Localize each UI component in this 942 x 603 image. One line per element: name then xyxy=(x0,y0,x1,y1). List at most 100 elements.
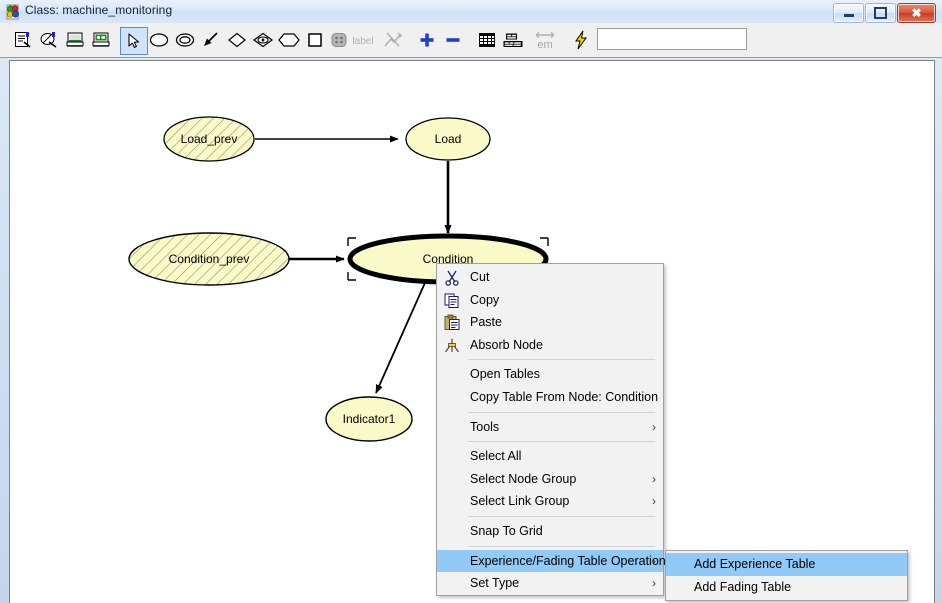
submenu-item-label: Add Fading Table xyxy=(694,579,792,594)
diamond-node-icon xyxy=(226,31,248,49)
toolbar-em-button[interactable]: em xyxy=(532,27,558,53)
toolbar-zoom-in-button[interactable] xyxy=(414,27,440,53)
maximize-icon xyxy=(866,4,895,22)
eye-diamond-icon xyxy=(251,31,275,49)
toolbar-hexagon-node-button[interactable] xyxy=(276,27,302,53)
toolbar-text-input[interactable] xyxy=(597,28,747,50)
paste-icon xyxy=(443,314,461,331)
toolbar-select-button[interactable] xyxy=(120,27,148,55)
minimize-icon xyxy=(834,4,863,22)
menu-item-select-node-group[interactable]: Select Node Group › xyxy=(437,468,663,491)
menu-item-snap-to-grid[interactable]: Snap To Grid xyxy=(437,520,663,543)
node-indicator1[interactable]: Indicator1 xyxy=(325,396,413,442)
window-title: Class: machine_monitoring xyxy=(25,3,173,17)
menu-item-open-tables[interactable]: Open Tables xyxy=(437,363,663,386)
monitor-icon xyxy=(65,30,85,50)
toolbar-compile-button[interactable] xyxy=(36,27,62,53)
toolbar-link-button[interactable] xyxy=(198,27,224,53)
submenu-item-add-experience-table[interactable]: Add Experience Table xyxy=(666,553,907,576)
node-condition_prev[interactable]: Condition_prev xyxy=(128,232,290,286)
application-window: Class: machine_monitoring ✖ label em Loa… xyxy=(0,0,942,603)
menu-separator xyxy=(468,411,655,413)
menu-item-label: Tools xyxy=(470,419,500,434)
chevron-right-icon: › xyxy=(652,419,656,434)
double-ellipse-icon xyxy=(174,31,196,49)
menu-item-experience-fading-table-operations[interactable]: Experience/Fading Table Operations › xyxy=(437,549,672,573)
chevron-right-icon: › xyxy=(652,471,656,486)
maximize-button[interactable] xyxy=(865,3,896,23)
menu-item-copy[interactable]: Copy xyxy=(437,289,663,312)
close-button[interactable]: ✖ xyxy=(897,3,936,23)
menu-item-cut[interactable]: Cut xyxy=(437,266,663,289)
menu-separator xyxy=(468,545,655,547)
copy-icon xyxy=(443,292,461,309)
app-nodes-icon xyxy=(5,4,21,20)
node-label: Load xyxy=(435,132,462,146)
grid-table-icon xyxy=(477,31,497,49)
title-bar: Class: machine_monitoring ✖ xyxy=(0,0,942,24)
toolbar-square-node-button[interactable] xyxy=(302,27,328,53)
minus-icon xyxy=(444,31,462,49)
compile-icon xyxy=(39,30,59,50)
menu-item-select-link-group[interactable]: Select Link Group › xyxy=(437,490,663,513)
table-blocks-icon xyxy=(502,31,524,49)
node-load_prev[interactable]: Load_prev xyxy=(163,116,255,162)
toolbar-group-button[interactable] xyxy=(326,27,352,53)
menu-item-label: Snap To Grid xyxy=(470,523,543,538)
svg-text:label: label xyxy=(352,36,373,47)
toolbar-diamond-node-button[interactable] xyxy=(224,27,250,53)
toolbar-compile-network-button[interactable] xyxy=(568,27,594,53)
toolbar-eye-diamond-button[interactable] xyxy=(250,27,276,53)
submenu-experience-fading[interactable]: Add Experience Table Add Fading Table xyxy=(665,550,908,602)
equation-icon xyxy=(382,30,404,50)
menu-item-label: Select Node Group xyxy=(470,471,577,486)
toolbar-show-table-button[interactable] xyxy=(474,27,500,53)
menu-separator xyxy=(468,359,655,361)
toolbar-properties-button[interactable] xyxy=(10,27,36,53)
toolbar-equation-button[interactable] xyxy=(380,27,406,53)
absorb-icon xyxy=(443,337,461,354)
toolbar-table-layout-button[interactable] xyxy=(500,27,526,53)
link-arrow-icon xyxy=(201,31,221,49)
menu-separator xyxy=(468,441,655,443)
toolbar-zoom-out-button[interactable] xyxy=(440,27,466,53)
menu-item-tools[interactable]: Tools › xyxy=(437,416,663,439)
chevron-right-icon: › xyxy=(652,494,656,509)
context-menu[interactable]: Cut Copy Paste Absorb Node Open Tables C… xyxy=(436,263,672,596)
menu-item-label: Experience/Fading Table Operations xyxy=(470,553,672,568)
node-load[interactable]: Load xyxy=(405,117,491,161)
menu-item-copy-table-from-node[interactable]: Copy Table From Node: Condition xyxy=(437,386,663,409)
em-spacing-icon: em xyxy=(533,29,557,51)
square-node-icon xyxy=(306,31,324,49)
chevron-right-icon: › xyxy=(652,576,656,591)
minimize-button[interactable] xyxy=(833,3,864,23)
plus-icon xyxy=(418,31,436,49)
monitor-faces-icon xyxy=(91,30,111,50)
chevron-right-icon: › xyxy=(652,553,656,568)
toolbar-double-ellipse-button[interactable] xyxy=(172,27,198,53)
select-arrow-icon xyxy=(125,32,143,50)
menu-item-paste[interactable]: Paste xyxy=(437,311,663,334)
menu-item-label: Set Type xyxy=(470,576,520,591)
toolbar-monitor-button[interactable] xyxy=(62,27,88,53)
toolbar-monitor-faces-button[interactable] xyxy=(88,27,114,53)
submenu-item-add-fading-table[interactable]: Add Fading Table xyxy=(666,576,907,599)
menu-item-label: Copy xyxy=(470,292,500,307)
menu-item-label: Copy Table From Node: Condition xyxy=(470,389,659,404)
menu-item-select-all[interactable]: Select All xyxy=(437,445,663,468)
menu-item-absorb-node[interactable]: Absorb Node xyxy=(437,334,663,357)
scissors-icon xyxy=(443,269,461,286)
link-condition-indicator1[interactable] xyxy=(375,275,429,394)
properties-icon xyxy=(13,30,33,50)
svg-text:em: em xyxy=(537,39,552,51)
menu-item-label: Paste xyxy=(470,315,502,330)
node-label: Indicator1 xyxy=(343,412,396,426)
toolbar-ellipse-node-button[interactable] xyxy=(146,27,172,53)
hexagon-node-icon xyxy=(277,31,301,49)
menu-item-set-type[interactable]: Set Type › xyxy=(437,572,663,595)
toolbar-label-button[interactable]: label xyxy=(350,27,376,53)
node-label: Load_prev xyxy=(181,132,238,146)
dotted-circle-icon xyxy=(329,31,349,49)
menu-item-label: Select Link Group xyxy=(470,494,570,509)
toolbar: label em xyxy=(0,23,942,58)
